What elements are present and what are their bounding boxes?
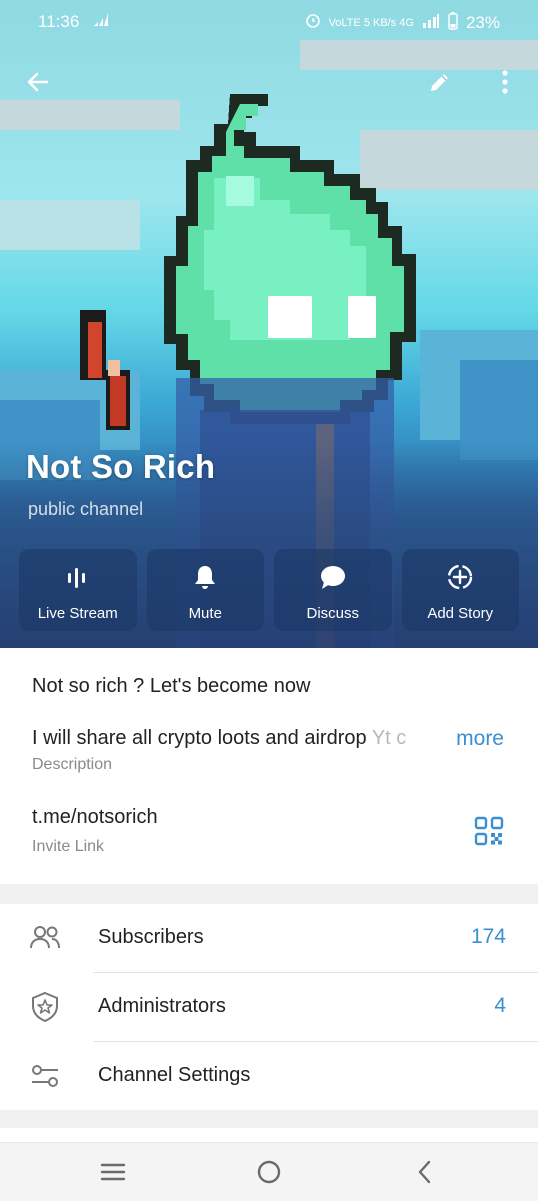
channel-management-card: Subscribers 174 Administrators 4 Channel… <box>0 904 538 1110</box>
administrators-row[interactable]: Administrators 4 <box>0 973 538 1042</box>
more-menu-button[interactable] <box>485 62 525 102</box>
description-label: Description <box>32 756 113 773</box>
back-button[interactable] <box>18 62 58 102</box>
action-buttons: Live Stream Mute Discuss Add Story <box>19 549 519 631</box>
channel-info-card: Not so rich ? Let's become now I will sh… <box>0 648 538 884</box>
description-line-2[interactable]: I will share all crypto loots and airdro… <box>32 727 406 750</box>
status-indicators: VoLTE 5 KB/s 4G 23% <box>305 12 500 33</box>
discuss-button[interactable]: Discuss <box>274 549 392 631</box>
next-section-card <box>0 1128 538 1142</box>
live-stream-button[interactable]: Live Stream <box>19 549 137 631</box>
description-faded-text: Yt c <box>371 727 407 749</box>
channel-settings-label: Channel Settings <box>98 1064 251 1086</box>
subscribers-row[interactable]: Subscribers 174 <box>0 904 538 973</box>
live-stream-icon <box>65 563 91 591</box>
administrators-label: Administrators <box>98 995 226 1017</box>
shield-star-icon <box>32 991 58 1023</box>
network-indicators: VoLTE 5 KB/s 4G <box>328 16 414 29</box>
signal-activity-icon <box>92 10 110 31</box>
alarm-icon <box>305 13 321 32</box>
description-text: I will share all crypto loots and airdro… <box>32 727 367 749</box>
live-stream-label: Live Stream <box>37 605 118 622</box>
home-button[interactable] <box>254 1157 284 1187</box>
subscribers-count: 174 <box>470 925 506 948</box>
bell-icon <box>193 563 217 591</box>
battery-icon <box>448 12 458 33</box>
invite-link[interactable]: t.me/notsorich <box>32 806 158 829</box>
qr-code-button[interactable] <box>474 816 504 846</box>
battery-percent: 23% <box>465 12 500 32</box>
more-link[interactable]: more <box>456 727 504 751</box>
menu-lines-icon <box>100 1163 126 1181</box>
home-circle-icon <box>257 1160 281 1184</box>
add-story-icon <box>446 563 474 591</box>
invite-link-label: Invite Link <box>32 838 105 855</box>
status-time: 11:36 <box>38 12 80 31</box>
arrow-left-icon <box>27 72 49 92</box>
add-story-button[interactable]: Add Story <box>401 549 519 631</box>
channel-settings-row[interactable]: Channel Settings <box>0 1042 538 1111</box>
chat-bubble-icon <box>319 563 347 591</box>
users-icon <box>30 926 60 949</box>
back-nav-button[interactable] <box>410 1157 440 1187</box>
discuss-label: Discuss <box>306 605 359 622</box>
cell-signal-icon <box>422 13 440 32</box>
description-line-1: Not so rich ? Let's become now <box>32 675 311 697</box>
channel-name: Not So Rich <box>26 448 216 485</box>
add-story-label: Add Story <box>427 605 494 622</box>
system-navigation-bar <box>0 1142 538 1201</box>
channel-type: public channel <box>28 499 144 519</box>
administrators-count: 4 <box>494 994 506 1017</box>
recent-apps-button[interactable] <box>98 1157 128 1187</box>
pencil-icon <box>431 74 448 91</box>
channel-header: 11:36 VoLTE 5 KB/s 4G 23% Not So Rich pu… <box>0 0 538 648</box>
mute-button[interactable]: Mute <box>146 549 264 631</box>
sliders-icon <box>32 1065 58 1087</box>
status-bar: 11:36 VoLTE 5 KB/s 4G 23% <box>0 0 538 44</box>
subscribers-label: Subscribers <box>98 926 204 948</box>
more-vertical-icon <box>502 70 508 94</box>
edit-button[interactable] <box>420 62 460 102</box>
chevron-left-icon <box>418 1160 431 1184</box>
qr-code-icon <box>474 816 504 846</box>
mute-label: Mute <box>188 605 222 622</box>
